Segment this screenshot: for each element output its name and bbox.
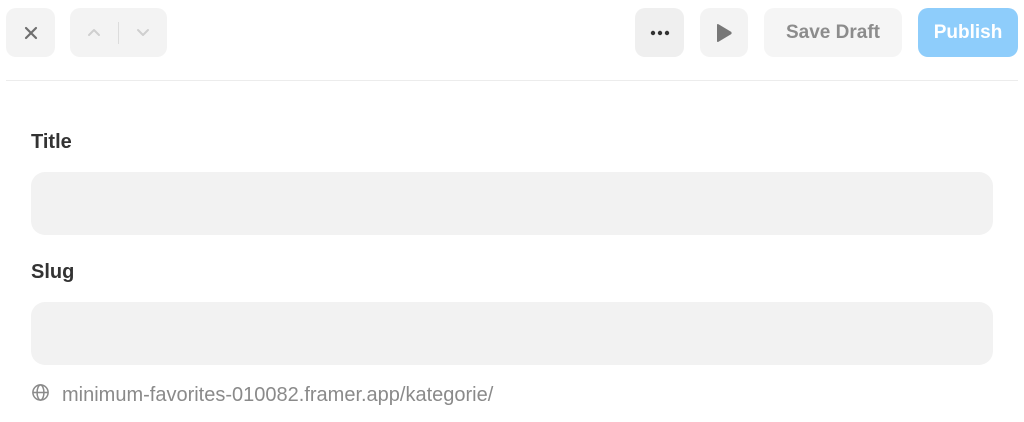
more-horizontal-icon <box>650 30 670 36</box>
title-input[interactable] <box>31 172 993 235</box>
more-options-button[interactable] <box>635 8 684 57</box>
save-draft-button[interactable]: Save Draft <box>764 8 902 57</box>
title-label: Title <box>31 131 72 153</box>
url-preview-text: minimum-favorites-010082.framer.app/kate… <box>62 383 494 406</box>
toolbar: Save Draft Publish <box>0 0 1024 81</box>
toolbar-divider <box>6 80 1018 81</box>
globe-icon <box>31 383 62 407</box>
close-icon <box>24 26 38 40</box>
preview-button[interactable] <box>700 8 748 57</box>
slug-input[interactable] <box>31 302 993 365</box>
chevron-down-icon <box>136 28 150 37</box>
slug-label: Slug <box>31 261 75 283</box>
close-button[interactable] <box>6 8 55 57</box>
publish-button[interactable]: Publish <box>918 8 1018 57</box>
next-item-button[interactable] <box>119 8 167 57</box>
url-preview: minimum-favorites-010082.framer.app/kate… <box>31 382 493 408</box>
play-icon <box>715 23 733 43</box>
item-navigation-group <box>70 8 167 57</box>
previous-item-button[interactable] <box>70 8 118 57</box>
chevron-up-icon <box>87 28 101 37</box>
